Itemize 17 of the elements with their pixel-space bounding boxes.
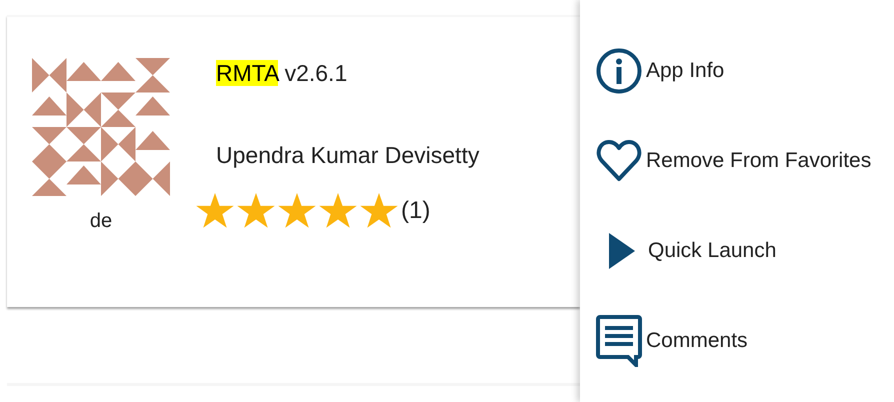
author-name: Upendra Kumar Devisetty <box>216 142 480 169</box>
star-icon <box>237 193 275 229</box>
star-icon <box>196 193 234 229</box>
star-icon <box>319 193 357 229</box>
rating-count: (1) <box>401 197 430 225</box>
menu-item[interactable]: Quick Launch <box>596 227 892 275</box>
menu-item[interactable]: Comments <box>596 317 892 365</box>
comment-icon <box>596 315 642 367</box>
menu-item[interactable]: App Info <box>596 47 892 95</box>
heart-icon <box>596 139 642 183</box>
icon-caption: de <box>90 210 112 233</box>
star-icon <box>278 193 316 229</box>
info-icon <box>596 48 642 94</box>
menu-item[interactable]: Remove From Favorites <box>596 137 892 185</box>
star-icon <box>360 193 398 229</box>
app-version: v2.6.1 <box>284 60 348 86</box>
play-icon <box>609 233 635 269</box>
